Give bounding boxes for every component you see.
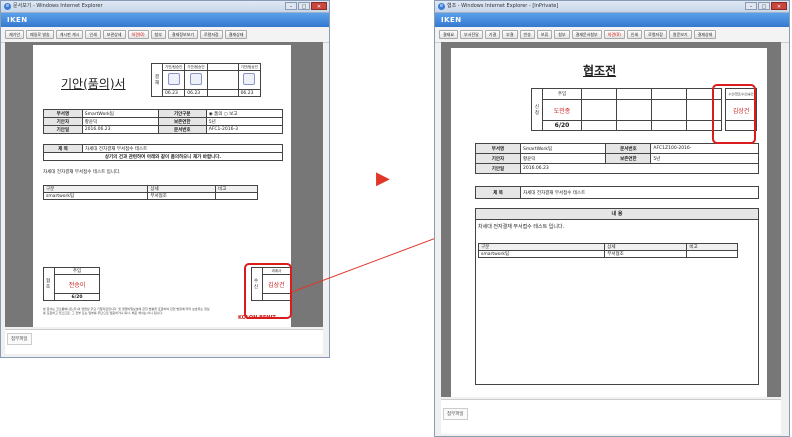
info-key: 기안일 [475, 163, 521, 174]
approval-cell [616, 88, 652, 100]
right-toolbar: 결재요 부서전달 기결 부결 반송 보류 첨부 결재문서첨부 의견(0) 인쇄 … [435, 27, 789, 43]
subject-value: 차세대 전자결재 부서접수 테스트 [520, 186, 759, 199]
info-key: 기안자 [475, 153, 521, 164]
maximize-button[interactable]: □ [758, 2, 770, 10]
subject-table: 제 목 차세대 전자결재 부서접수 테스트 [475, 186, 759, 199]
toolbar-button[interactable]: 첨부 [554, 30, 570, 39]
info-key: 부서명 [475, 143, 521, 154]
right-titlebar: e 협조 - Windows Internet Explorer - [InPr… [435, 1, 789, 13]
grid-header: 상세 [604, 243, 688, 251]
approval-cell [581, 88, 617, 100]
grid-header: 구분 [477, 243, 606, 251]
toolbar-button[interactable]: 인쇄 [626, 30, 643, 39]
subject-label: 제 목 [475, 186, 521, 199]
content-label: 내 용 [476, 209, 758, 220]
right-attachment-bar: 첨부파일 [441, 399, 781, 434]
minimize-button[interactable]: – [745, 2, 757, 10]
close-button[interactable]: ✕ [771, 2, 787, 10]
doc-title: 협조전 [583, 64, 617, 78]
approver-name: 도민종 [542, 99, 582, 121]
approver-role: 주임 [542, 88, 582, 100]
info-key: 보존연한 [605, 153, 652, 164]
attachment-label[interactable]: 첨부파일 [443, 408, 468, 420]
approval-cell [651, 88, 687, 100]
info-value: 2016.06.23 [520, 163, 759, 174]
info-value: AFC1Z100-2016- [650, 143, 759, 154]
grid-cell: smartwork팀 [477, 250, 606, 258]
approval-cell [651, 99, 687, 121]
toolbar-button[interactable]: 결재요 [439, 30, 459, 39]
approval-label: 신청 [531, 88, 543, 131]
highlight-right-receiver [712, 84, 756, 144]
info-table: 부서명 SmartWork팀 문서번호 AFC1Z100-2016- 기안자 황윤덕 보존… [475, 143, 759, 174]
info-value: 5년 [650, 153, 759, 164]
body-text: 차세대 전자결재 부서접수 테스트 입니다. [478, 224, 565, 230]
toolbar-button[interactable]: 원문보기 [668, 30, 692, 39]
toolbar-button[interactable]: 결재문서첨부 [571, 30, 602, 39]
toolbar-button[interactable]: 보류 [536, 30, 553, 39]
ie-icon: e [438, 3, 445, 10]
toolbar-button[interactable]: 결재상태 [693, 30, 717, 39]
toolbar-button[interactable]: 의견(0) [603, 30, 625, 39]
toolbar-button[interactable]: 부서전달 [460, 30, 483, 39]
approval-date: 6/20 [542, 120, 582, 131]
right-window-title: 협조 - Windows Internet Explorer - [InPriv… [447, 3, 559, 9]
toolbar-button[interactable]: 로컬저장 [644, 30, 667, 39]
approval-cell [581, 99, 617, 121]
approval-table: 신청 주임 도민종 6/20 [531, 88, 722, 131]
info-value: SmartWork팀 [519, 143, 607, 154]
grid-cell [686, 250, 738, 258]
grid-cell: 부서협조 [604, 250, 688, 258]
right-window: e 협조 - Windows Internet Explorer - [InPr… [434, 0, 790, 437]
grid-header: 비고 [686, 243, 738, 251]
approval-cell [616, 120, 652, 131]
approval-cell [616, 99, 652, 121]
info-value: 황윤덕 [519, 153, 607, 164]
approval-cell [581, 120, 617, 131]
content-grid: 구분 상세 비고 smartwork팀 부서협조 [477, 243, 738, 258]
right-brand: IKEN [435, 13, 789, 27]
info-key: 문서번호 [605, 143, 652, 154]
window-controls: – □ ✕ [745, 2, 787, 10]
toolbar-button[interactable]: 부결 [502, 30, 518, 39]
toolbar-button[interactable]: 반송 [519, 30, 535, 39]
content-box: 내 용 차세대 전자결재 부서접수 테스트 입니다. 구분 상세 비고 smar… [475, 208, 759, 385]
toolbar-button[interactable]: 기결 [484, 30, 501, 39]
approval-cell [651, 120, 687, 131]
